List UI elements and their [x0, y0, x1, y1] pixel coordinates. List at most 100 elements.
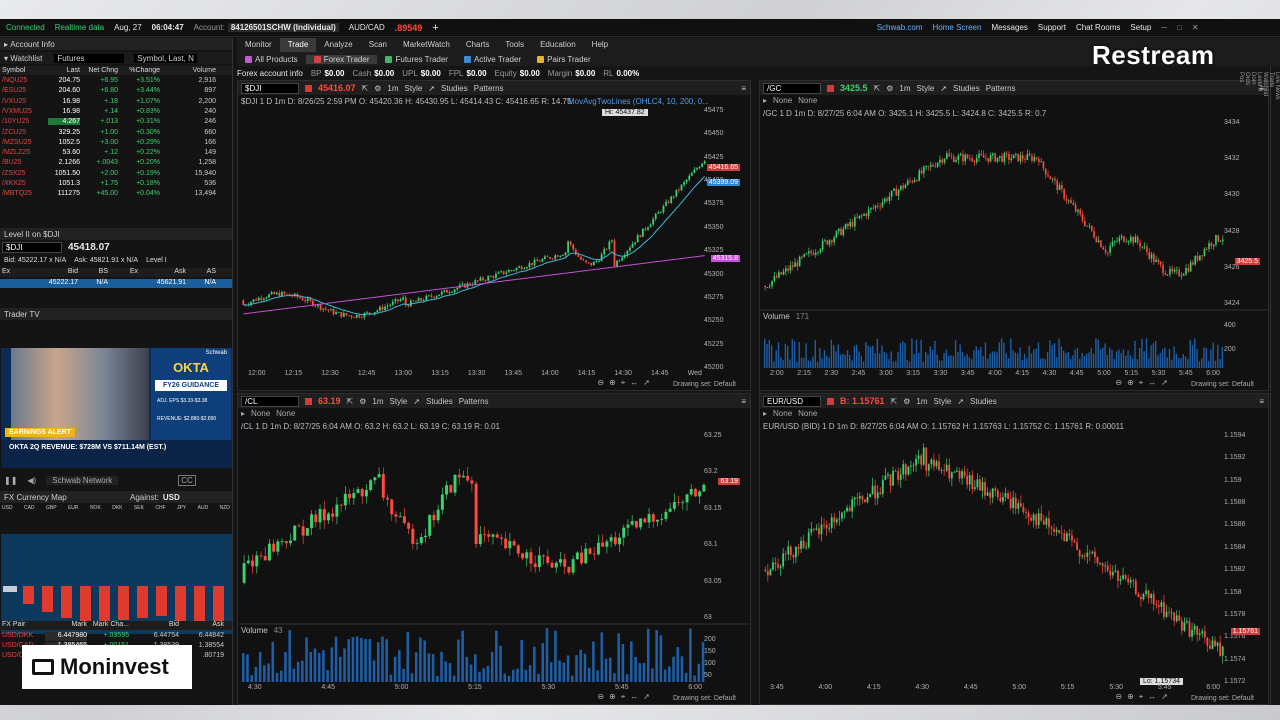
right-strip-tab[interactable]: Trade [1268, 72, 1274, 705]
menu-charts[interactable]: Charts [458, 38, 498, 52]
menu-education[interactable]: Education [532, 38, 584, 52]
zoom-in-icon[interactable]: ⊕ [1127, 378, 1134, 388]
right-strip-tab[interactable]: Watchlist [1262, 72, 1268, 705]
watchlist-row[interactable]: /ZCU25 329.25 +1.00 +0.30% 660 [0, 128, 232, 137]
chart-canvas[interactable] [760, 81, 1268, 390]
menu-marketwatch[interactable]: MarketWatch [395, 38, 458, 52]
watchlist-row[interactable]: /MZSU25 1052.5 +3.00 +0.29% 166 [0, 138, 232, 147]
zoom-out-icon[interactable]: ⊖ [597, 692, 604, 702]
menu-scan[interactable]: Scan [361, 38, 395, 52]
drawing-set-label[interactable]: Drawing set: Default [673, 695, 736, 702]
fx-currency-label[interactable]: SEK [134, 505, 144, 511]
subtab-active-trader[interactable]: Active Trader [456, 55, 529, 64]
fx-currency-label[interactable]: DKK [112, 505, 122, 511]
fx-currency-label[interactable]: NOK [90, 505, 101, 511]
watchlist-row[interactable]: /VXMU25 16.98 +.14 +0.83% 240 [0, 107, 232, 116]
pan-icon[interactable]: ↔ [630, 378, 638, 388]
zoom-out-icon[interactable]: ⊖ [1115, 378, 1122, 388]
trader-tv-header[interactable]: Trader TV [0, 308, 232, 320]
pointer-icon[interactable]: ➚ [1161, 378, 1168, 388]
chart-panel-eurusd[interactable]: EUR/USD B: 1.15761 ⇱ ⚙ 1m Style ➚ Studies ≡ ▸ None… [759, 393, 1269, 705]
fx-map-header[interactable]: FX Currency Map [0, 491, 232, 503]
level2-header[interactable]: Level II on $DJI [0, 228, 232, 240]
watchlist-header[interactable]: ▾ Watchlist Futures Symbol, Last, N [0, 52, 232, 64]
menu-analyze[interactable]: Analyze [316, 38, 360, 52]
link-home-screen[interactable]: Home Screen [933, 23, 982, 32]
watchlist-row[interactable]: /10YU25 4.267 +.013 +0.31% 246 [0, 117, 232, 126]
watchlist-row[interactable]: /XKX25 1051.3 +1.75 +0.18% 536 [0, 179, 232, 188]
menu-trade[interactable]: Trade [279, 38, 317, 52]
zoom-reset-icon[interactable]: ⌖ [1139, 692, 1144, 702]
subtab-all-products[interactable]: All Products [237, 55, 306, 64]
zoom-reset-icon[interactable]: ⌖ [621, 692, 626, 702]
fx-bar[interactable] [194, 586, 205, 626]
watchlist-row[interactable]: /BU25 2.1266 +.0043 +0.20% 1,258 [0, 158, 232, 167]
fx-bar[interactable] [156, 586, 167, 616]
link-support[interactable]: Support [1038, 23, 1066, 32]
pan-icon[interactable]: ↔ [630, 692, 638, 702]
fx-bar[interactable] [23, 586, 34, 604]
right-strip-tab[interactable]: Dom [1250, 72, 1256, 705]
chart-canvas[interactable] [760, 394, 1268, 704]
fx-currency-label[interactable]: CAD [24, 505, 35, 511]
pointer-icon[interactable]: ➚ [643, 378, 650, 388]
menu-monitor[interactable]: Monitor [237, 38, 280, 52]
fx-currency-label[interactable]: NZD [220, 505, 230, 511]
drawing-set-label[interactable]: Drawing set: Default [673, 381, 736, 388]
cc-button[interactable]: CC [178, 474, 196, 486]
watchlist-selector[interactable]: Futures [54, 53, 125, 63]
subtab-forex-trader[interactable]: Forex Trader [305, 54, 378, 64]
pointer-icon[interactable]: ➚ [1161, 692, 1168, 702]
level2-row[interactable]: 45222.17 N/A 45621.91 N/A [0, 279, 232, 288]
fx-currency-label[interactable]: JPY [177, 505, 186, 511]
zoom-in-icon[interactable]: ⊕ [609, 378, 616, 388]
zoom-reset-icon[interactable]: ⌖ [621, 378, 626, 388]
menu-tools[interactable]: Tools [497, 38, 532, 52]
fx-bar[interactable] [137, 586, 148, 618]
link-chat-rooms[interactable]: Chat Rooms [1076, 23, 1120, 32]
zoom-in-icon[interactable]: ⊕ [1127, 692, 1134, 702]
fx-bar[interactable] [80, 586, 91, 624]
right-strip-tab[interactable]: Level II [1256, 72, 1262, 705]
pointer-icon[interactable]: ➚ [643, 692, 650, 702]
right-strip-tab[interactable]: Live News [1274, 72, 1280, 705]
account-selector[interactable]: 84126501SCHW (Individual) [227, 23, 339, 32]
chart-panel-cl[interactable]: /CL 63.19 ⇱ ⚙ 1m Style ➚ Studies Patterns ≡ ▸ None N… [237, 393, 751, 705]
zoom-in-icon[interactable]: ⊕ [609, 692, 616, 702]
network-selector[interactable]: Schwab Network [46, 475, 119, 485]
watchlist-row[interactable]: /MBTQ25 111275 +45.00 +0.04% 13,494 [0, 189, 232, 198]
fx-bar[interactable] [99, 586, 110, 622]
link-schwab[interactable]: Schwab.com [877, 23, 923, 32]
fx-currency-label[interactable]: EUR [68, 505, 79, 511]
fx-row[interactable]: USD/DKK 6.447980 +.03595 6.44754 6.44842 [0, 632, 232, 641]
pan-icon[interactable]: ↔ [1148, 378, 1156, 388]
level2-symbol-input[interactable]: $DJI [2, 242, 62, 253]
fx-currency-label[interactable]: CHF [155, 505, 165, 511]
watchlist-row[interactable]: /VXU25 16.98 +.18 +1.07% 2,200 [0, 97, 232, 106]
menu-help[interactable]: Help [584, 38, 616, 52]
add-icon[interactable]: + [432, 22, 438, 34]
watchlist-row[interactable]: /ESU25 204.60 +6.80 +3.44% 897 [0, 86, 232, 95]
fx-currency-label[interactable]: GBP [46, 505, 57, 511]
chart-panel-gc[interactable]: /GC 3425.5 ⇱ ⚙ 1m Style ➚ Studies Patterns ≡ ▸ None… [759, 80, 1269, 391]
account-info-header[interactable]: ▸ Account Info [0, 38, 232, 50]
fx-bar[interactable] [118, 586, 129, 620]
chart-canvas[interactable] [238, 81, 750, 390]
zoom-reset-icon[interactable]: ⌖ [1139, 378, 1144, 388]
fx-bar[interactable] [175, 586, 186, 622]
close-icon[interactable]: ✕ [1192, 23, 1199, 32]
trader-tv-video[interactable]: Schwab OKTA FY26 GUIDANCE ADJ. EPS $3.33… [1, 348, 232, 468]
chart-panel-dji[interactable]: $DJI 45416.07 ⇱ ⚙ 1m Style ➚ Studies Patterns ≡ $D… [237, 80, 751, 391]
right-strip-tab[interactable]: Ords [1244, 72, 1250, 705]
chart-canvas[interactable] [238, 394, 750, 704]
subtab-futures-trader[interactable]: Futures Trader [377, 55, 455, 64]
pause-icon[interactable]: ❚❚ [4, 476, 17, 485]
fx-bar[interactable] [42, 586, 53, 612]
watchlist-row[interactable]: /MZLZ25 53.60 +.12 +0.22% 149 [0, 148, 232, 157]
minimize-icon[interactable]: ─ [1161, 23, 1167, 32]
fx-bar[interactable] [61, 586, 72, 618]
fx-currency-label[interactable]: AUD [198, 505, 209, 511]
fx-currency-label[interactable]: USD [2, 505, 13, 511]
right-strip-tab[interactable]: Pos [1238, 72, 1244, 705]
watchlist-row[interactable]: /NQU25 204.75 +6.95 +3.51% 2,916 [0, 76, 232, 85]
